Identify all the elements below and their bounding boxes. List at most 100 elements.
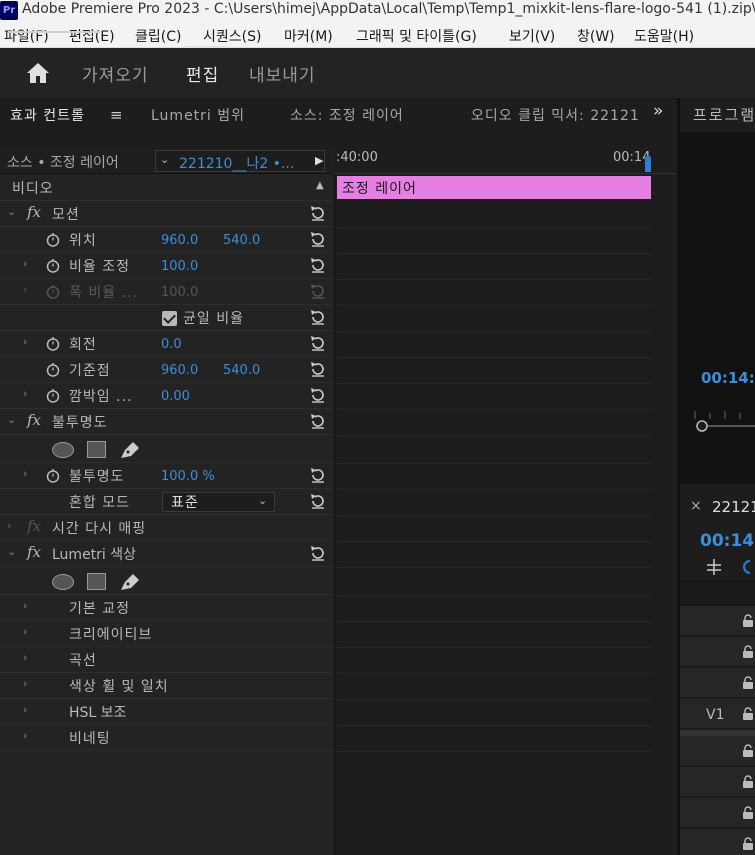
- reset-icon[interactable]: [309, 256, 327, 274]
- time-remap-row[interactable]: › fx 시간 다시 매핑: [0, 515, 334, 541]
- stopwatch-icon[interactable]: [46, 362, 60, 377]
- chevron-right-icon[interactable]: ›: [23, 651, 27, 664]
- reset-icon[interactable]: [309, 308, 327, 326]
- timeline-row-line: [337, 305, 651, 306]
- timeline-timecode[interactable]: 00:14:: [700, 531, 755, 551]
- snap-icon[interactable]: [704, 557, 754, 577]
- tab-lumetri-scopes[interactable]: Lumetri 범위: [151, 105, 245, 125]
- scale-value[interactable]: 100.0: [161, 259, 198, 274]
- timeline-ruler-strip[interactable]: [680, 580, 755, 606]
- chevron-right-icon[interactable]: ›: [23, 703, 27, 716]
- lock-icon[interactable]: [742, 744, 754, 757]
- tab-audio-clip-mixer[interactable]: 오디오 클립 믹서: 22121: [471, 105, 640, 125]
- program-timecode[interactable]: 00:14:: [701, 369, 755, 387]
- chevron-down-icon[interactable]: ⌄: [7, 413, 16, 426]
- program-scrub-bar[interactable]: [680, 405, 755, 435]
- lumetri-effect-row[interactable]: ⌄ fx Lumetri 색상: [0, 541, 334, 567]
- menu-help[interactable]: 도움말(H): [634, 26, 694, 46]
- playhead[interactable]: [645, 156, 651, 172]
- chevron-down-icon[interactable]: ⌄: [7, 205, 16, 218]
- lumetri-item-curves[interactable]: › 곡선: [0, 647, 334, 673]
- anchor-x-value[interactable]: 960.0: [161, 363, 198, 378]
- track-label-v1[interactable]: V1: [706, 707, 724, 723]
- reset-icon[interactable]: [309, 544, 327, 562]
- program-monitor-title[interactable]: 프로그램: [693, 104, 755, 125]
- opacity-effect-row[interactable]: ⌄ fx 불투명도: [0, 409, 334, 435]
- position-y-value[interactable]: 540.0: [223, 233, 260, 248]
- reset-icon[interactable]: [309, 334, 327, 352]
- tab-effect-controls[interactable]: 효과 컨트롤: [10, 105, 85, 125]
- chevron-down-icon[interactable]: ⌄: [7, 545, 16, 558]
- panel-menu-icon[interactable]: ≡: [110, 106, 123, 124]
- reset-icon[interactable]: [309, 386, 327, 404]
- stopwatch-icon[interactable]: [46, 258, 60, 273]
- home-icon[interactable]: [26, 62, 50, 84]
- stopwatch-icon[interactable]: [46, 336, 60, 351]
- tab-export[interactable]: 내보내기: [249, 61, 316, 86]
- lock-icon[interactable]: [742, 614, 754, 627]
- lock-icon[interactable]: [742, 806, 754, 819]
- opacity-value[interactable]: 100.0 %: [161, 469, 215, 484]
- ellipse-mask-icon[interactable]: [52, 574, 74, 590]
- pen-mask-icon[interactable]: [119, 572, 141, 592]
- menu-graphics[interactable]: 그래픽 및 타이틀(G): [356, 26, 477, 46]
- lumetri-item-hsl[interactable]: › HSL 보조: [0, 699, 334, 725]
- stopwatch-icon[interactable]: [46, 232, 60, 247]
- fx-icon[interactable]: fx: [27, 203, 41, 221]
- tab-import[interactable]: 가져오기: [82, 61, 149, 86]
- position-x-value[interactable]: 960.0: [161, 233, 198, 248]
- chevron-right-icon[interactable]: ›: [23, 257, 27, 270]
- chevron-right-icon[interactable]: ›: [23, 387, 27, 400]
- lock-icon[interactable]: [742, 775, 754, 788]
- rotation-value[interactable]: 0.0: [161, 337, 182, 352]
- tab-edit[interactable]: 편집: [186, 61, 219, 86]
- menu-window[interactable]: 창(W): [577, 26, 615, 46]
- chevron-right-icon[interactable]: ›: [23, 335, 27, 348]
- panel-overflow-icon[interactable]: »: [653, 101, 664, 121]
- ellipse-mask-icon[interactable]: [52, 442, 74, 458]
- chevron-right-icon[interactable]: ›: [23, 625, 27, 638]
- menu-edit[interactable]: 편집(E): [69, 26, 115, 46]
- tab-source[interactable]: 소스: 조정 레이어: [290, 105, 404, 125]
- menu-file[interactable]: 파일(F): [4, 26, 49, 46]
- rectangle-mask-icon[interactable]: [87, 573, 106, 590]
- chevron-right-icon[interactable]: ›: [23, 467, 27, 480]
- rectangle-mask-icon[interactable]: [87, 441, 106, 458]
- chevron-right-icon[interactable]: ›: [23, 729, 27, 742]
- fx-icon[interactable]: fx: [27, 543, 41, 561]
- pen-mask-icon[interactable]: [119, 440, 141, 460]
- motion-effect-row[interactable]: ⌄ fx 모션: [0, 201, 334, 227]
- lock-icon[interactable]: [742, 837, 754, 850]
- lock-icon[interactable]: [742, 676, 754, 689]
- menu-clip[interactable]: 클립(C): [135, 26, 181, 46]
- anchor-row: 기준점 960.0 540.0: [0, 357, 334, 383]
- play-icon[interactable]: ▶: [315, 154, 323, 167]
- chevron-right-icon[interactable]: ›: [23, 599, 27, 612]
- stopwatch-icon[interactable]: [46, 468, 60, 483]
- reset-icon[interactable]: [309, 360, 327, 378]
- menu-marker[interactable]: 마커(M): [284, 26, 333, 46]
- reset-icon[interactable]: [309, 412, 327, 430]
- collapse-up-icon[interactable]: ▲: [316, 180, 324, 191]
- reset-icon[interactable]: [309, 204, 327, 222]
- uniform-scale-checkbox[interactable]: [162, 311, 177, 326]
- stopwatch-icon[interactable]: [46, 388, 60, 403]
- lumetri-item-vignette[interactable]: › 비네팅: [0, 725, 334, 751]
- menu-sequence[interactable]: 시퀀스(S): [203, 26, 261, 46]
- reset-icon[interactable]: [309, 466, 327, 484]
- reset-icon[interactable]: [309, 492, 327, 510]
- antiflicker-value[interactable]: 0.00: [161, 389, 190, 404]
- lock-icon[interactable]: [742, 645, 754, 658]
- lock-icon[interactable]: [742, 707, 754, 720]
- chevron-right-icon[interactable]: ›: [23, 677, 27, 690]
- chevron-right-icon[interactable]: ›: [7, 519, 11, 532]
- close-icon[interactable]: ×: [690, 498, 702, 514]
- menu-view[interactable]: 보기(V): [509, 26, 555, 46]
- fx-icon[interactable]: fx: [27, 411, 41, 429]
- lumetri-item-creative[interactable]: › 크리에이티브: [0, 621, 334, 647]
- lumetri-item-basic[interactable]: › 기본 교정: [0, 595, 334, 621]
- sequence-tab-title[interactable]: 22121: [712, 498, 755, 516]
- anchor-y-value[interactable]: 540.0: [223, 363, 260, 378]
- lumetri-item-color-wheels[interactable]: › 색상 휠 및 일치: [0, 673, 334, 699]
- reset-icon[interactable]: [309, 230, 327, 248]
